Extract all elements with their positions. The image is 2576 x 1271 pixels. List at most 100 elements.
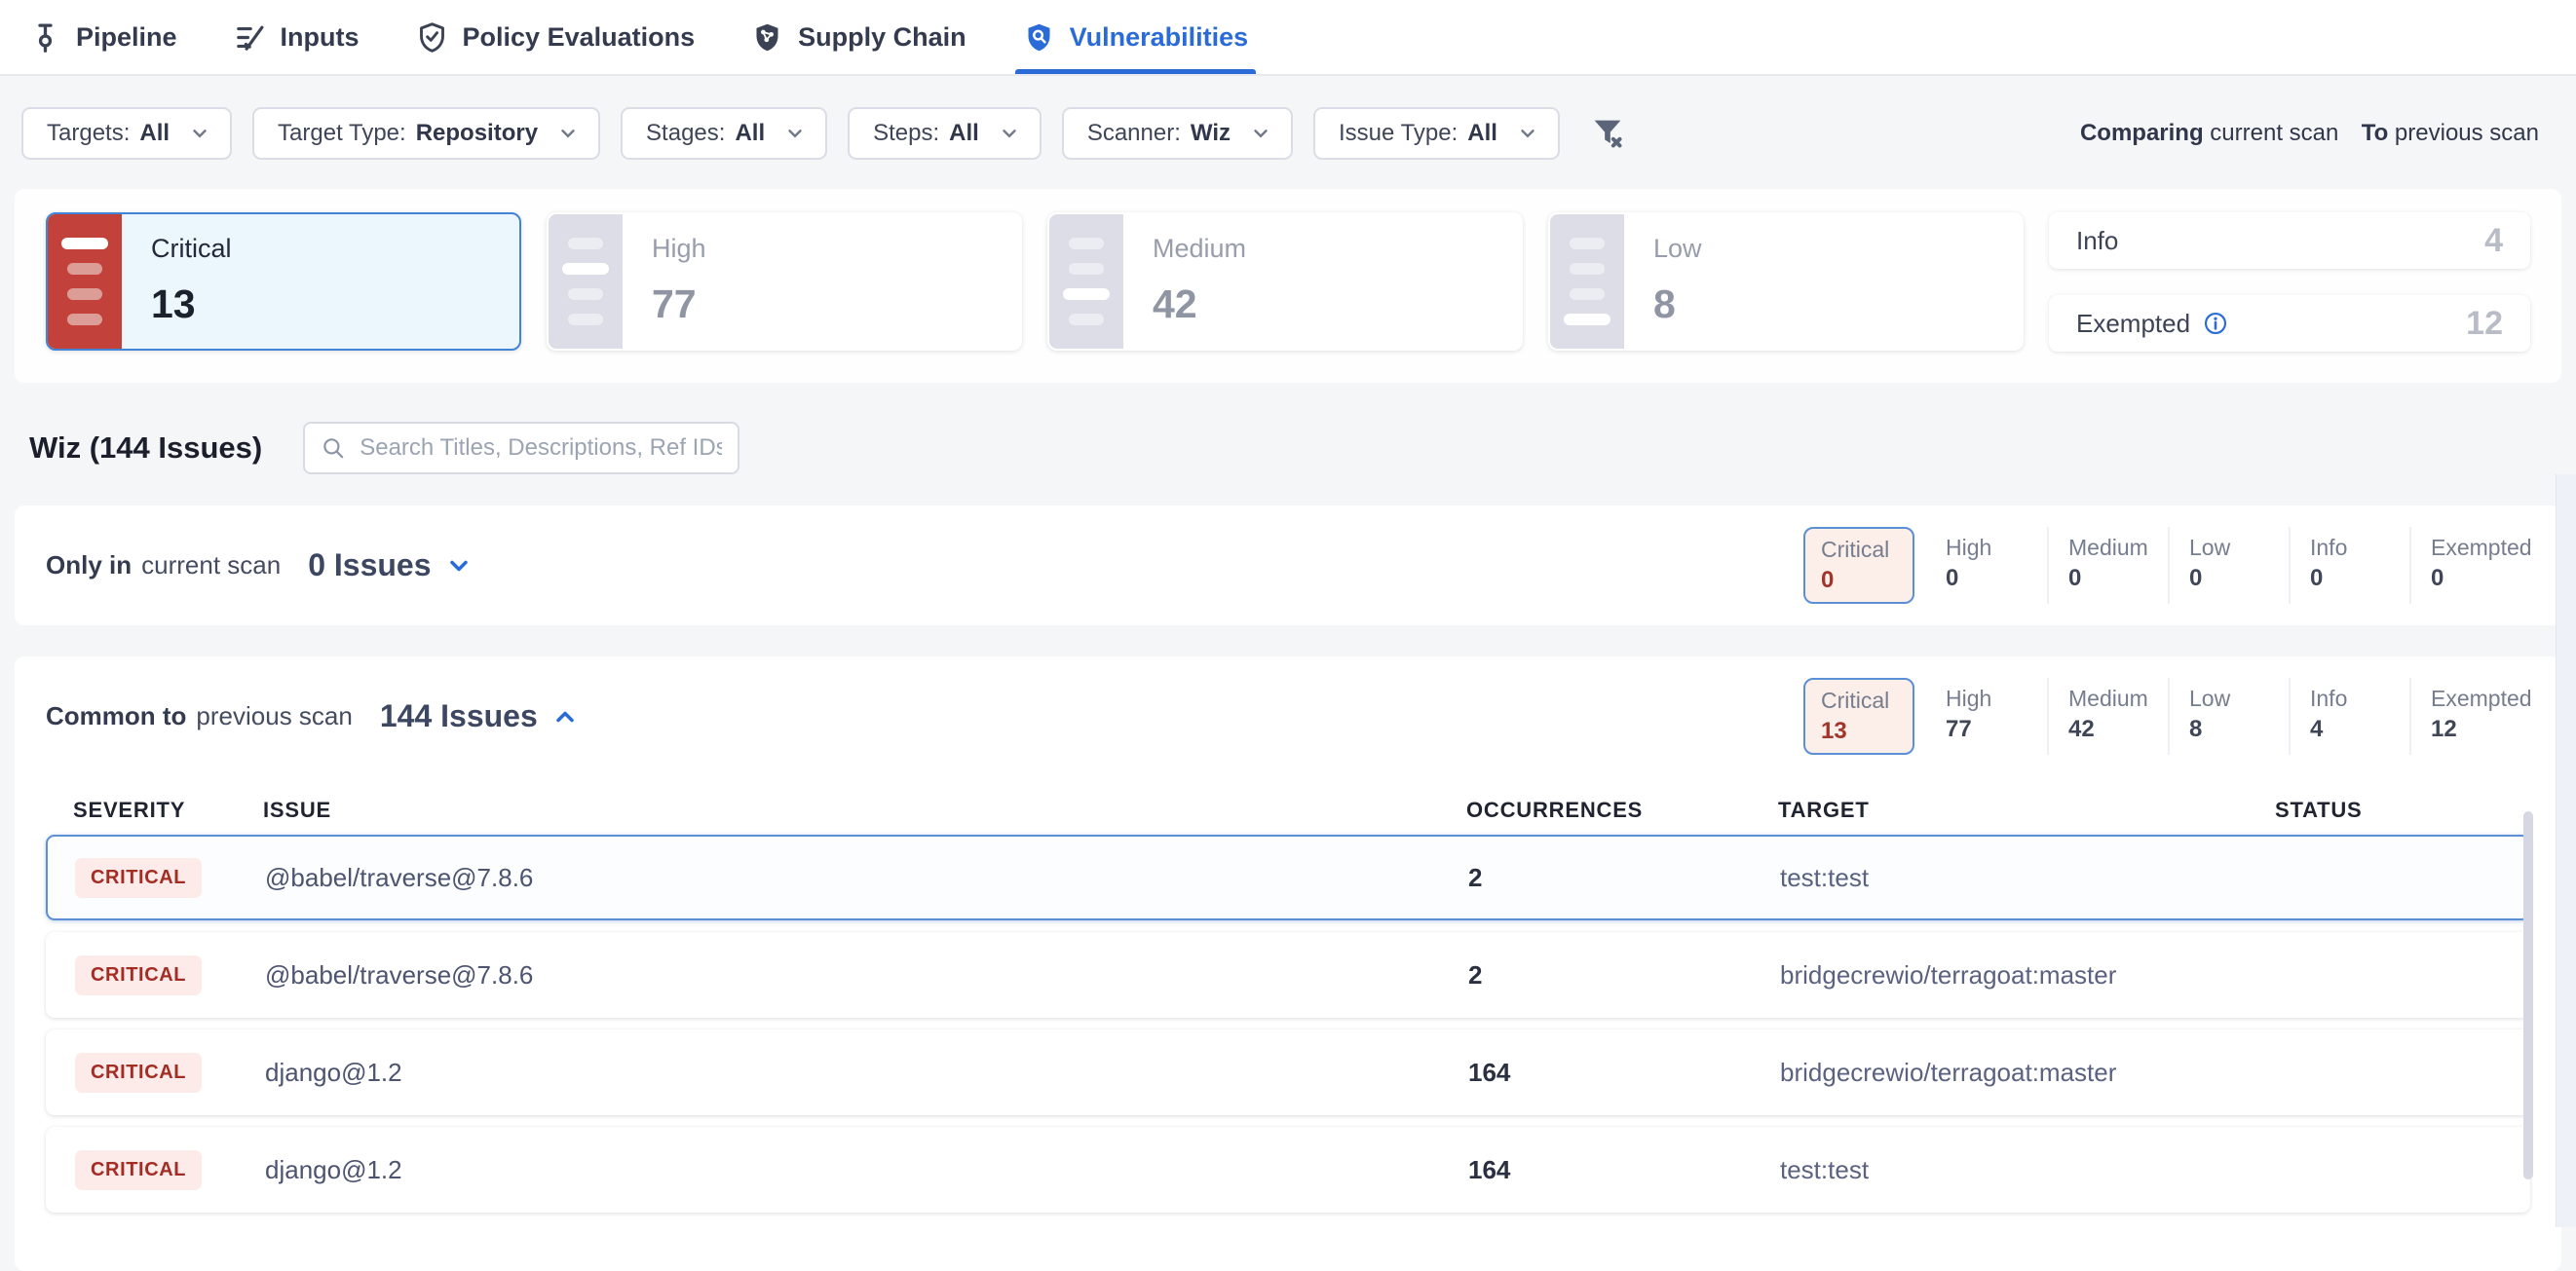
pill-exempted[interactable]: Exempted 0 <box>2409 527 2530 604</box>
severity-card-label: Critical <box>151 234 490 264</box>
column-header-status: STATUS <box>2275 798 2530 823</box>
severity-card-count: 8 <box>1653 281 1992 327</box>
side-cards-column: Info 4 Exempted 12 <box>2049 212 2530 352</box>
issue-cell: @babel/traverse@7.8.6 <box>265 863 1468 893</box>
tab-label: Vulnerabilities <box>1070 22 1249 53</box>
severity-badge: CRITICAL <box>75 1150 202 1190</box>
pill-label: Info <box>2310 535 2409 561</box>
issue-cell: django@1.2 <box>265 1155 1468 1185</box>
previous-scan-selector: previous scan <box>2395 120 2539 146</box>
pill-label: Exempted <box>2431 535 2530 561</box>
only-in-prefix: Only in <box>46 550 132 580</box>
severity-card-critical[interactable]: Critical 13 <box>46 212 521 351</box>
common-to-issues-toggle[interactable]: 144 Issues <box>380 698 579 734</box>
chevron-down-icon <box>445 552 473 579</box>
pill-count: 12 <box>2431 716 2530 743</box>
search-box[interactable] <box>303 422 739 474</box>
top-tab-bar: Pipeline Inputs Policy Evaluations Suppl… <box>0 0 2576 76</box>
pill-low[interactable]: Low 8 <box>2168 678 2289 755</box>
tab-label: Pipeline <box>76 22 177 53</box>
severity-card-count: 77 <box>652 281 991 327</box>
only-in-severity-pills: Critical 0 High 0 Medium 0 Low 0 Info 0 … <box>1803 527 2530 604</box>
pill-medium[interactable]: Medium 42 <box>2047 678 2168 755</box>
pill-label: Critical <box>1821 688 1913 714</box>
search-input[interactable] <box>360 434 722 462</box>
info-icon[interactable] <box>2203 311 2228 336</box>
common-to-severity-pills: Critical 13 High 77 Medium 42 Low 8 Info… <box>1803 678 2530 755</box>
filter-value: Wiz <box>1191 120 1231 147</box>
common-to-previous-scan-section: Common to previous scan 144 Issues Criti… <box>15 656 2561 1271</box>
occurrences-cell: 2 <box>1468 960 1780 991</box>
pill-critical[interactable]: Critical 0 <box>1803 527 1914 604</box>
issue-type-filter-dropdown[interactable]: Issue Type: All <box>1313 107 1560 160</box>
pill-high[interactable]: High 77 <box>1926 678 2047 755</box>
tab-vulnerabilities[interactable]: Vulnerabilities <box>1023 0 1249 74</box>
pill-high[interactable]: High 0 <box>1926 527 2047 604</box>
target-cell: test:test <box>1780 863 2277 893</box>
pill-exempted[interactable]: Exempted 12 <box>2409 678 2530 755</box>
severity-bars-icon <box>48 214 122 349</box>
clear-filters-button[interactable] <box>1588 114 1627 153</box>
inputs-icon <box>234 21 266 54</box>
pipeline-icon <box>29 21 61 54</box>
results-header: Wiz (144 Issues) <box>29 422 2547 474</box>
pill-count: 13 <box>1821 718 1913 745</box>
severity-card-medium[interactable]: Medium 42 <box>1047 212 1523 351</box>
severity-badge: CRITICAL <box>75 1053 202 1093</box>
common-to-prefix: Common to <box>46 701 186 731</box>
stages-filter-dropdown[interactable]: Stages: All <box>621 107 827 160</box>
pill-label: Medium <box>2068 535 2168 561</box>
severity-bars-icon <box>1049 214 1123 349</box>
results-title: Wiz (144 Issues) <box>29 430 262 466</box>
only-in-issues-count: 0 Issues <box>308 547 431 583</box>
target-cell: bridgecrewio/terragoat:master <box>1780 1058 2277 1088</box>
exempted-card[interactable]: Exempted 12 <box>2049 295 2530 352</box>
table-scrollbar[interactable] <box>2523 811 2533 1179</box>
pill-count: 0 <box>2189 565 2289 592</box>
pill-low[interactable]: Low 0 <box>2168 527 2289 604</box>
pill-info[interactable]: Info 0 <box>2289 527 2409 604</box>
severity-card-high[interactable]: High 77 <box>547 212 1022 351</box>
target-cell: bridgecrewio/terragoat:master <box>1780 960 2277 991</box>
tab-pipeline[interactable]: Pipeline <box>29 0 177 74</box>
filter-value: All <box>735 120 765 147</box>
table-row[interactable]: CRITICAL @babel/traverse@7.8.6 2 test:te… <box>46 835 2530 920</box>
pill-label: Info <box>2310 686 2409 712</box>
common-to-issues-count: 144 Issues <box>380 698 538 734</box>
current-scan-selector: current scan <box>2210 120 2338 146</box>
occurrences-cell: 2 <box>1468 863 1780 893</box>
info-card[interactable]: Info 4 <box>2049 212 2530 269</box>
severity-card-low[interactable]: Low 8 <box>1548 212 2024 351</box>
only-in-issues-toggle[interactable]: 0 Issues <box>308 547 472 583</box>
column-header-issue: ISSUE <box>263 798 1466 823</box>
pill-label: Low <box>2189 686 2289 712</box>
exempted-card-label: Exempted <box>2076 309 2190 339</box>
tab-label: Policy Evaluations <box>463 22 696 53</box>
pill-count: 4 <box>2310 716 2409 743</box>
table-row[interactable]: CRITICAL django@1.2 164 test:test <box>46 1127 2530 1213</box>
issue-cell: django@1.2 <box>265 1058 1468 1088</box>
scanner-filter-dropdown[interactable]: Scanner: Wiz <box>1062 107 1293 160</box>
steps-filter-dropdown[interactable]: Steps: All <box>848 107 1042 160</box>
tab-inputs[interactable]: Inputs <box>234 0 360 74</box>
only-in-current-scan-section: Only in current scan 0 Issues Critical 0… <box>15 505 2561 625</box>
pill-label: Critical <box>1821 537 1913 563</box>
column-header-target: TARGET <box>1778 798 2275 823</box>
pill-medium[interactable]: Medium 0 <box>2047 527 2168 604</box>
chevron-down-icon <box>189 123 210 144</box>
filter-label: Issue Type: <box>1339 120 1458 147</box>
tab-supply-chain[interactable]: Supply Chain <box>751 0 966 74</box>
issue-cell: @babel/traverse@7.8.6 <box>265 960 1468 991</box>
target-type-filter-dropdown[interactable]: Target Type: Repository <box>252 107 600 160</box>
pill-count: 0 <box>2068 565 2168 592</box>
tab-policy-evaluations[interactable]: Policy Evaluations <box>416 0 696 74</box>
pill-critical[interactable]: Critical 13 <box>1803 678 1914 755</box>
table-row[interactable]: CRITICAL @babel/traverse@7.8.6 2 bridgec… <box>46 932 2530 1018</box>
filter-label: Scanner: <box>1087 120 1181 147</box>
table-row[interactable]: CRITICAL django@1.2 164 bridgecrewio/ter… <box>46 1029 2530 1115</box>
search-icon <box>321 435 346 461</box>
targets-filter-dropdown[interactable]: Targets: All <box>21 107 232 160</box>
severity-card-label: Low <box>1653 234 1992 264</box>
pill-info[interactable]: Info 4 <box>2289 678 2409 755</box>
severity-badge: CRITICAL <box>75 955 202 995</box>
